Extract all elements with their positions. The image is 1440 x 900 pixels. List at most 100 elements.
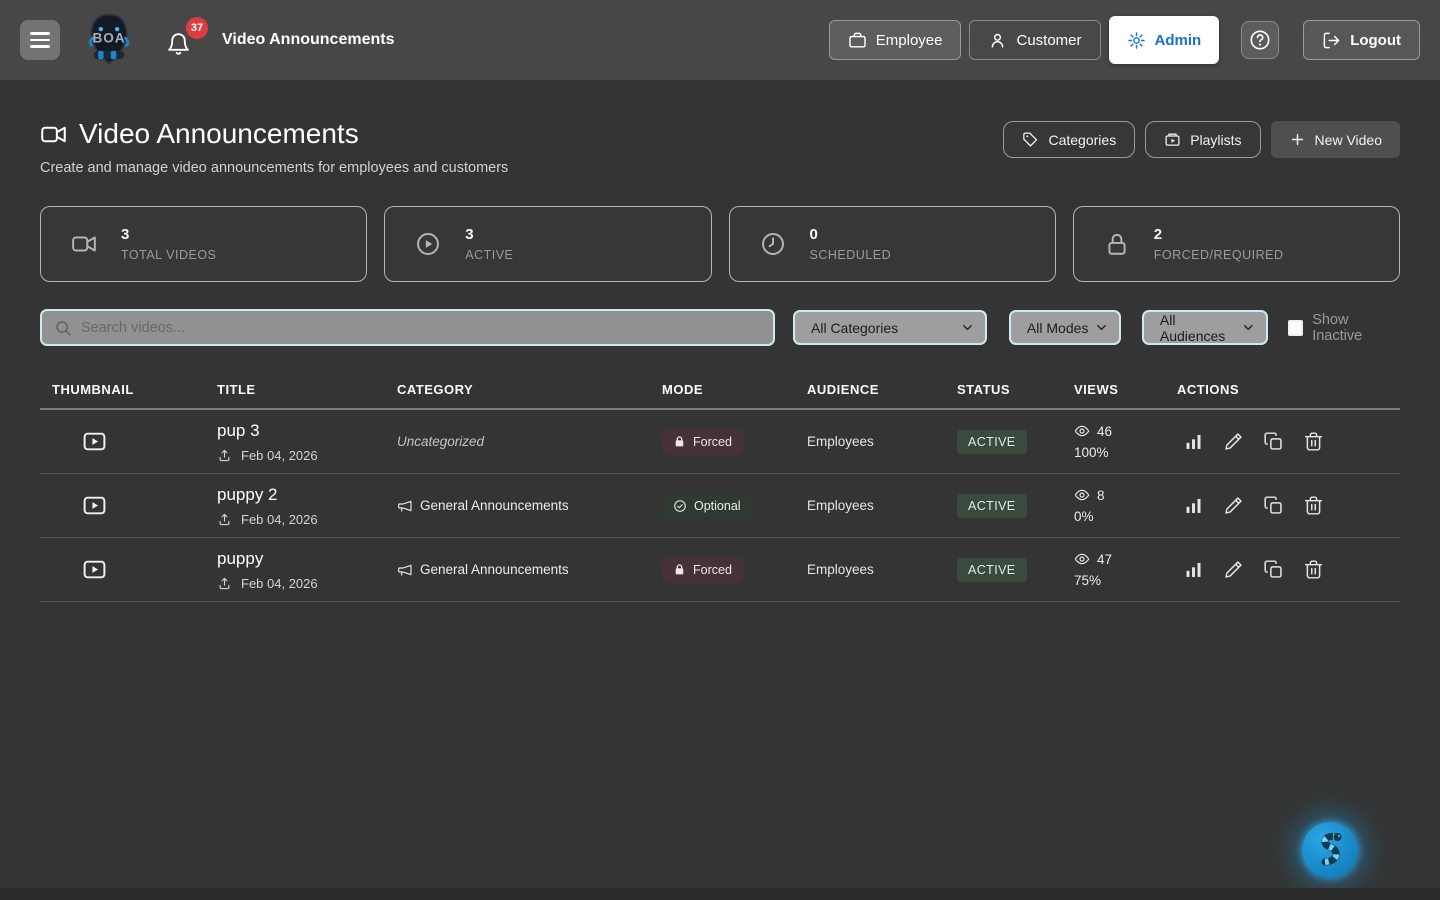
boa-logo: BOA [80,11,138,69]
pencil-icon [1223,431,1244,452]
stat-value: 0 [810,226,892,243]
video-thumbnail-play-icon[interactable] [82,429,107,454]
admin-view-button[interactable]: Admin [1109,16,1220,64]
view-count: 47 [1097,552,1112,567]
video-thumbnail-play-icon[interactable] [82,493,107,518]
assistant-fab-button[interactable] [1302,822,1358,878]
help-button[interactable] [1241,21,1279,59]
completion-percent: 100% [1074,445,1165,460]
audience-filter-select[interactable]: All Audiences [1142,310,1268,345]
video-date: Feb 04, 2026 [241,512,318,527]
stat-label: FORCED/REQUIRED [1154,248,1284,262]
pencil-icon [1223,495,1244,516]
search-box [40,309,775,346]
page-subtitle: Create and manage video announcements fo… [40,160,508,176]
categories-button[interactable]: Categories [1003,121,1135,158]
notifications-bell[interactable]: 37 [166,23,196,57]
delete-button[interactable] [1303,559,1324,580]
clock-icon [760,231,786,257]
col-audience: AUDIENCE [795,382,945,397]
playlists-label: Playlists [1190,132,1241,148]
trash-icon [1303,431,1324,452]
views-cell: 8 0% [1062,487,1165,524]
play-circle-icon [415,231,441,257]
playlists-button[interactable]: Playlists [1145,121,1260,158]
stat-value: 2 [1154,226,1284,243]
status-badge: ACTIVE [957,558,1027,582]
mode-filter-select[interactable]: All Modes [1009,310,1121,345]
video-title: puppy 2 [217,485,385,505]
customer-view-button[interactable]: Customer [969,20,1100,60]
admin-label: Admin [1155,32,1202,49]
question-icon [1249,29,1271,51]
edit-button[interactable] [1223,559,1244,580]
chevron-down-icon [1094,320,1109,335]
notification-count-badge: 37 [186,17,208,39]
trash-icon [1303,495,1324,516]
video-audience: Employees [807,562,874,577]
eye-icon [1074,551,1090,567]
video-category: General Announcements [397,562,650,578]
stat-forced-required: 2 FORCED/REQUIRED [1073,206,1400,282]
playlist-icon [1164,131,1181,148]
video-title: pup 3 [217,421,385,441]
chevron-down-icon [1241,320,1255,335]
stat-value: 3 [121,226,216,243]
menu-button[interactable] [20,20,60,60]
logout-icon [1322,31,1341,50]
gear-icon [1127,31,1146,50]
video-category: Uncategorized [397,434,484,449]
table-row: pup 3 Feb 04, 2026 Uncategorized Forced … [40,410,1400,474]
employee-label: Employee [876,32,943,49]
views-cell: 47 75% [1062,551,1165,588]
search-input[interactable] [81,320,761,336]
video-category: General Announcements [397,498,650,514]
copy-icon [1263,559,1284,580]
chart-icon [1183,431,1204,452]
analytics-button[interactable] [1183,431,1204,452]
briefcase-icon [848,31,867,50]
stat-scheduled: 0 SCHEDULED [729,206,1056,282]
video-thumbnail-play-icon[interactable] [82,557,107,582]
duplicate-button[interactable] [1263,559,1284,580]
col-views: VIEWS [1062,382,1165,397]
duplicate-button[interactable] [1263,495,1284,516]
copy-icon [1263,431,1284,452]
customer-label: Customer [1016,32,1081,49]
col-category: CATEGORY [385,382,650,397]
table-header-row: THUMBNAIL TITLE CATEGORY MODE AUDIENCE S… [40,370,1400,410]
audience-filter-value: All Audiences [1160,312,1241,344]
logout-button[interactable]: Logout [1303,20,1420,60]
analytics-button[interactable] [1183,495,1204,516]
table-row: puppy Feb 04, 2026 General Announcements… [40,538,1400,602]
duplicate-button[interactable] [1263,431,1284,452]
plus-icon [1289,131,1306,148]
copy-icon [1263,495,1284,516]
stat-value: 3 [465,226,513,243]
completion-percent: 75% [1074,573,1165,588]
new-video-button[interactable]: New Video [1271,121,1400,158]
trash-icon [1303,559,1324,580]
category-filter-select[interactable]: All Categories [793,310,987,345]
mode-badge: Optional [662,493,752,519]
lock-icon [673,435,686,448]
col-actions: ACTIONS [1165,382,1400,397]
col-mode: MODE [650,382,795,397]
delete-button[interactable] [1303,431,1324,452]
analytics-button[interactable] [1183,559,1204,580]
lock-icon [1104,231,1130,257]
video-audience: Employees [807,434,874,449]
show-inactive-checkbox[interactable] [1288,320,1304,336]
completion-percent: 0% [1074,509,1165,524]
new-video-label: New Video [1315,132,1382,148]
edit-button[interactable] [1223,495,1244,516]
views-cell: 46 100% [1062,423,1165,460]
user-icon [988,31,1007,50]
employee-view-button[interactable]: Employee [829,20,962,60]
edit-button[interactable] [1223,431,1244,452]
video-audience: Employees [807,498,874,513]
delete-button[interactable] [1303,495,1324,516]
col-title: TITLE [205,382,385,397]
check-circle-icon [673,499,687,513]
megaphone-icon [397,498,413,514]
